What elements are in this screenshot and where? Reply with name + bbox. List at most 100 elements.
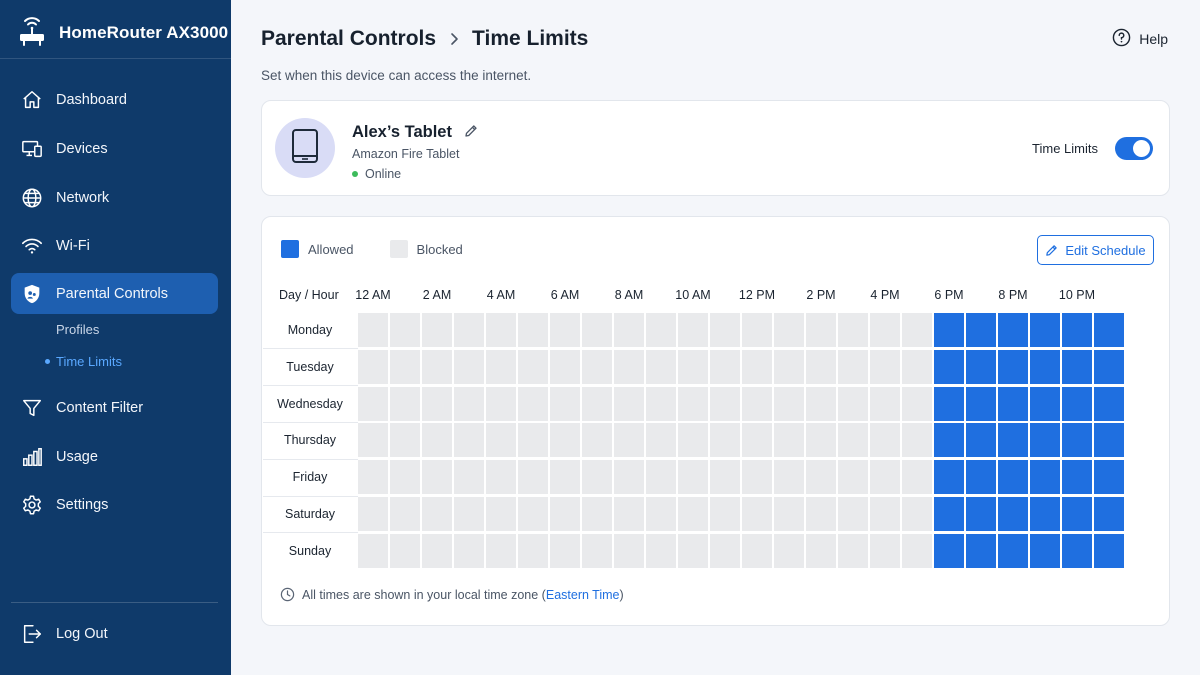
- schedule-cell[interactable]: [806, 460, 836, 495]
- schedule-cell[interactable]: [582, 497, 612, 531]
- schedule-cell[interactable]: [614, 497, 644, 531]
- schedule-cell[interactable]: [1062, 313, 1092, 347]
- schedule-cell[interactable]: [390, 533, 420, 568]
- schedule-cell[interactable]: [1030, 460, 1060, 495]
- schedule-cell[interactable]: [870, 423, 900, 458]
- schedule-cell[interactable]: [678, 423, 708, 458]
- schedule-cell[interactable]: [518, 349, 548, 384]
- schedule-cell[interactable]: [966, 313, 996, 347]
- schedule-cell[interactable]: [774, 423, 804, 458]
- schedule-cell[interactable]: [902, 460, 932, 495]
- schedule-cell[interactable]: [934, 349, 964, 384]
- schedule-cell[interactable]: [390, 497, 420, 531]
- schedule-cell[interactable]: [934, 460, 964, 495]
- schedule-cell[interactable]: [550, 533, 580, 568]
- schedule-cell[interactable]: [806, 497, 836, 531]
- sidebar-item-dashboard[interactable]: Dashboard: [11, 80, 218, 120]
- schedule-cell[interactable]: [678, 349, 708, 384]
- schedule-cell[interactable]: [710, 533, 740, 568]
- schedule-cell[interactable]: [678, 386, 708, 421]
- schedule-cell[interactable]: [870, 533, 900, 568]
- schedule-cell[interactable]: [358, 423, 388, 458]
- schedule-cell[interactable]: [806, 313, 836, 347]
- schedule-cell[interactable]: [1062, 349, 1092, 384]
- schedule-cell[interactable]: [646, 386, 676, 421]
- schedule-cell[interactable]: [998, 349, 1028, 384]
- schedule-cell[interactable]: [582, 460, 612, 495]
- schedule-cell[interactable]: [678, 460, 708, 495]
- schedule-cell[interactable]: [966, 386, 996, 421]
- schedule-cell[interactable]: [838, 460, 868, 495]
- schedule-cell[interactable]: [966, 460, 996, 495]
- schedule-cell[interactable]: [774, 313, 804, 347]
- schedule-cell[interactable]: [902, 423, 932, 458]
- edit-schedule-button[interactable]: Edit Schedule: [1037, 235, 1154, 265]
- schedule-cell[interactable]: [998, 386, 1028, 421]
- schedule-cell[interactable]: [1030, 533, 1060, 568]
- schedule-cell[interactable]: [870, 386, 900, 421]
- schedule-cell[interactable]: [966, 349, 996, 384]
- sidebar-subitem-time-limits[interactable]: Time Limits: [56, 354, 122, 369]
- schedule-cell[interactable]: [710, 497, 740, 531]
- schedule-cell[interactable]: [678, 313, 708, 347]
- time-limits-toggle[interactable]: [1115, 137, 1153, 160]
- schedule-cell[interactable]: [774, 349, 804, 384]
- schedule-cell[interactable]: [870, 460, 900, 495]
- schedule-cell[interactable]: [646, 349, 676, 384]
- schedule-cell[interactable]: [646, 497, 676, 531]
- schedule-cell[interactable]: [390, 386, 420, 421]
- schedule-cell[interactable]: [902, 313, 932, 347]
- schedule-cell[interactable]: [870, 349, 900, 384]
- schedule-cell[interactable]: [582, 349, 612, 384]
- schedule-cell[interactable]: [390, 313, 420, 347]
- schedule-cell[interactable]: [550, 386, 580, 421]
- schedule-cell[interactable]: [454, 386, 484, 421]
- schedule-cell[interactable]: [390, 423, 420, 458]
- schedule-cell[interactable]: [454, 460, 484, 495]
- schedule-cell[interactable]: [422, 460, 452, 495]
- schedule-cell[interactable]: [998, 533, 1028, 568]
- schedule-cell[interactable]: [582, 423, 612, 458]
- sidebar-item-usage[interactable]: Usage: [11, 437, 218, 477]
- schedule-cell[interactable]: [358, 533, 388, 568]
- schedule-cell[interactable]: [1062, 423, 1092, 458]
- schedule-cell[interactable]: [838, 386, 868, 421]
- schedule-cell[interactable]: [742, 533, 772, 568]
- schedule-cell[interactable]: [678, 497, 708, 531]
- sidebar-item-network[interactable]: Network: [11, 178, 218, 218]
- schedule-cell[interactable]: [806, 423, 836, 458]
- schedule-cell[interactable]: [486, 460, 516, 495]
- schedule-cell[interactable]: [710, 423, 740, 458]
- schedule-cell[interactable]: [614, 313, 644, 347]
- schedule-cell[interactable]: [806, 386, 836, 421]
- schedule-cell[interactable]: [614, 423, 644, 458]
- schedule-cell[interactable]: [1030, 423, 1060, 458]
- schedule-cell[interactable]: [806, 533, 836, 568]
- schedule-cell[interactable]: [486, 349, 516, 384]
- schedule-cell[interactable]: [1094, 313, 1124, 347]
- schedule-cell[interactable]: [422, 497, 452, 531]
- schedule-cell[interactable]: [742, 313, 772, 347]
- schedule-cell[interactable]: [1062, 533, 1092, 568]
- schedule-cell[interactable]: [550, 460, 580, 495]
- schedule-cell[interactable]: [1030, 497, 1060, 531]
- schedule-cell[interactable]: [710, 349, 740, 384]
- schedule-cell[interactable]: [1094, 423, 1124, 458]
- schedule-cell[interactable]: [422, 423, 452, 458]
- schedule-cell[interactable]: [710, 460, 740, 495]
- sidebar-subitem-profiles[interactable]: Profiles: [56, 322, 99, 337]
- schedule-cell[interactable]: [358, 497, 388, 531]
- sidebar-item-settings[interactable]: Settings: [11, 485, 218, 525]
- schedule-cell[interactable]: [998, 423, 1028, 458]
- schedule-cell[interactable]: [390, 349, 420, 384]
- schedule-cell[interactable]: [518, 497, 548, 531]
- schedule-cell[interactable]: [1062, 386, 1092, 421]
- schedule-cell[interactable]: [1094, 386, 1124, 421]
- schedule-cell[interactable]: [1030, 386, 1060, 421]
- schedule-cell[interactable]: [550, 313, 580, 347]
- schedule-cell[interactable]: [358, 349, 388, 384]
- schedule-cell[interactable]: [678, 533, 708, 568]
- schedule-cell[interactable]: [998, 460, 1028, 495]
- schedule-cell[interactable]: [838, 533, 868, 568]
- schedule-cell[interactable]: [454, 349, 484, 384]
